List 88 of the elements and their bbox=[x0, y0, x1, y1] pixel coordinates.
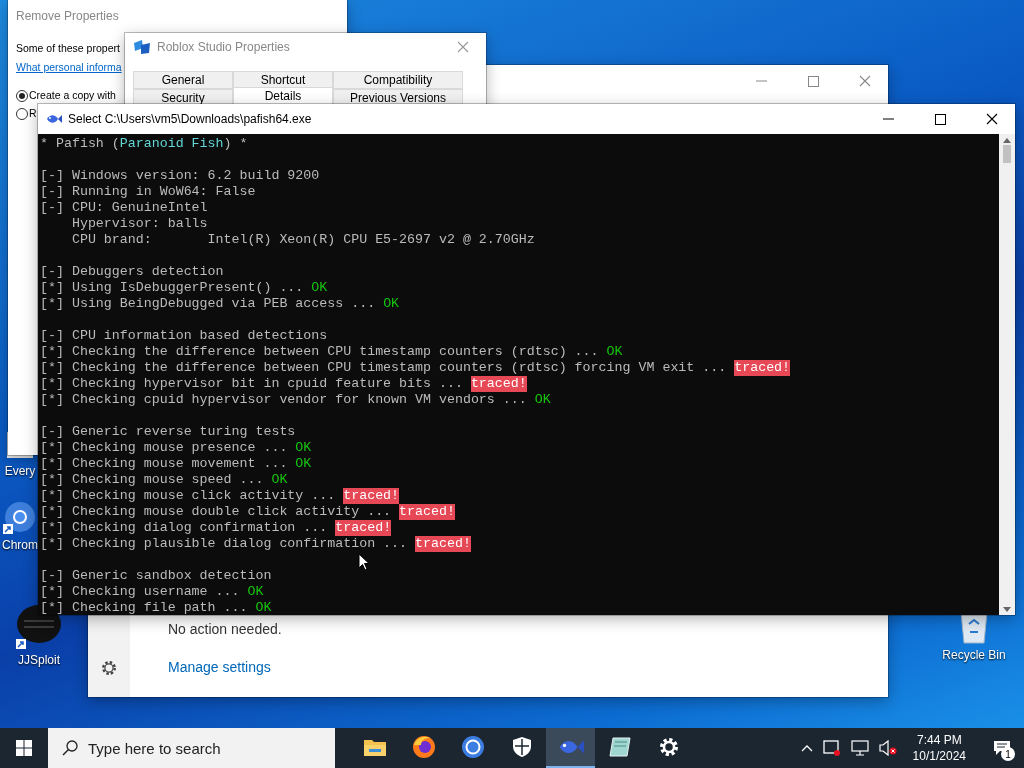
firefox-icon bbox=[411, 735, 436, 759]
help-link[interactable]: What personal informa bbox=[16, 61, 122, 74]
console-text: [-] Windows version: 6.2 build 9200 bbox=[40, 168, 320, 184]
desktop-icon-label[interactable]: JJSploit bbox=[18, 653, 60, 667]
ok-label: OK bbox=[247, 584, 264, 600]
console-text: [-] CPU information based detections bbox=[40, 328, 328, 344]
windows-icon bbox=[16, 740, 32, 756]
console-text: Paranoid Fish bbox=[119, 136, 224, 152]
console-text: [*] Checking cpuid hypervisor vendor for known VM vendors ... bbox=[40, 392, 528, 408]
ok-label: OK bbox=[271, 472, 288, 488]
status-text: No action needed. bbox=[168, 621, 283, 637]
ok-label: OK bbox=[295, 440, 312, 456]
console-text: [*] Checking hypervisor bit in cpuid feature bits ... bbox=[40, 376, 464, 392]
console-text: [-] Generic sandbox detection bbox=[40, 568, 272, 584]
console-text: CPU brand: Intel(R) Xeon(R) CPU E5-2697 v2 @ 2.70GHz bbox=[70, 232, 535, 248]
console-text: [-] Running in WoW64: False bbox=[40, 184, 256, 200]
console-text: [*] Checking mouse double click activity ... bbox=[40, 504, 393, 520]
description-text: Some of these propert bbox=[16, 42, 120, 55]
scroll-down-icon bbox=[1003, 607, 1011, 612]
console-text: [-] Generic reverse turing tests bbox=[40, 424, 296, 440]
ok-label: OK bbox=[255, 600, 272, 615]
desktop-icon-label[interactable]: Recycle Bin bbox=[942, 648, 1006, 662]
console-text: Hypervisor: balls bbox=[70, 216, 208, 232]
caret-icon bbox=[800, 744, 813, 752]
maximize-icon bbox=[807, 75, 819, 87]
console-text: [*] Checking mouse movement ... bbox=[40, 456, 289, 472]
ok-label: OK bbox=[534, 392, 551, 408]
clock[interactable]: 7:44 PM 10/1/2024 bbox=[904, 728, 974, 768]
console-text: [-] Debuggers detection bbox=[40, 264, 224, 280]
close-icon bbox=[986, 113, 998, 125]
notification-count: 1 bbox=[1001, 747, 1015, 761]
folder-icon bbox=[362, 737, 387, 757]
scrollbar-thumb[interactable] bbox=[1003, 145, 1011, 163]
cursor-icon bbox=[358, 553, 370, 571]
close-icon bbox=[859, 75, 871, 87]
tab[interactable]: General bbox=[133, 71, 233, 89]
console-text: [*] Checking mouse click activity ... bbox=[40, 488, 337, 504]
network-icon bbox=[850, 740, 869, 756]
traced-label: traced! bbox=[470, 376, 527, 392]
ok-label: OK bbox=[383, 296, 400, 312]
close-icon bbox=[457, 41, 469, 53]
scroll-up-icon bbox=[1003, 138, 1011, 143]
console-text: * Pafish ( bbox=[40, 136, 120, 152]
window-title: Remove Properties bbox=[16, 9, 120, 23]
console-text: [*] Using IsDebuggerPresent() ... bbox=[40, 280, 305, 296]
desktop-icon-label[interactable]: Every bbox=[4, 464, 36, 478]
window-title: Roblox Studio Properties bbox=[157, 40, 291, 54]
notebook-icon bbox=[607, 736, 632, 758]
console-text: [*] Checking mouse speed ... bbox=[40, 472, 265, 488]
minimize-icon bbox=[882, 118, 894, 120]
console-text: [*] Using BeingDebugged via PEB access ... bbox=[40, 296, 377, 312]
tab[interactable]: Details bbox=[233, 87, 333, 105]
manage-settings-link[interactable]: Manage settings bbox=[168, 659, 888, 675]
minimize-icon bbox=[755, 80, 767, 82]
notification-button[interactable]: 1 bbox=[980, 728, 1024, 768]
browser-icon bbox=[460, 735, 485, 759]
traced-label: traced! bbox=[415, 536, 471, 552]
traced-label: traced! bbox=[399, 504, 455, 520]
console-text: [*] Checking the difference between CPU timestamp counters (rdtsc) ... bbox=[40, 344, 600, 360]
volume-muted-icon bbox=[878, 740, 897, 756]
tab[interactable]: Compatibility bbox=[333, 71, 463, 89]
tablet-icon bbox=[822, 740, 841, 756]
console-text: [*] Checking dialog confirmation ... bbox=[40, 520, 329, 536]
browser-icon bbox=[3, 500, 37, 534]
window-title: Select C:\Users\vm5\Downloads\pafish64.exe bbox=[68, 112, 313, 126]
traced-label: traced! bbox=[343, 488, 400, 504]
ok-label: OK bbox=[295, 456, 312, 472]
scrollbar[interactable] bbox=[999, 134, 1015, 615]
app-icon bbox=[133, 39, 151, 55]
console-text: [*] Checking plausible dialog confirmation ... bbox=[40, 536, 409, 552]
radio-option[interactable]: Create a copy with bbox=[16, 89, 116, 102]
traced-label: traced! bbox=[335, 520, 392, 536]
traced-label: traced! bbox=[734, 360, 791, 376]
console-text: [*] Checking the difference between CPU timestamp counters (rdtsc) forcing VM exit ... bbox=[40, 360, 728, 376]
search-icon bbox=[62, 740, 78, 756]
settings-icon bbox=[657, 736, 680, 758]
console-text: [-] CPU: GenuineIntel bbox=[40, 200, 208, 216]
desktop-icon-label[interactable]: Chrom bbox=[2, 538, 38, 552]
console-text: [*] Checking mouse presence ... bbox=[40, 440, 289, 456]
search-field[interactable]: Type here to search bbox=[48, 728, 335, 768]
console-text: ) * bbox=[223, 136, 248, 152]
ok-label: OK bbox=[606, 344, 623, 360]
console-text: [*] Checking username ... bbox=[40, 584, 241, 600]
maximize-icon bbox=[934, 113, 946, 125]
shield-icon bbox=[511, 736, 532, 758]
ok-label: OK bbox=[311, 280, 328, 296]
settings-icon[interactable] bbox=[100, 659, 118, 677]
console-text: [*] Checking file path ... bbox=[40, 600, 249, 615]
